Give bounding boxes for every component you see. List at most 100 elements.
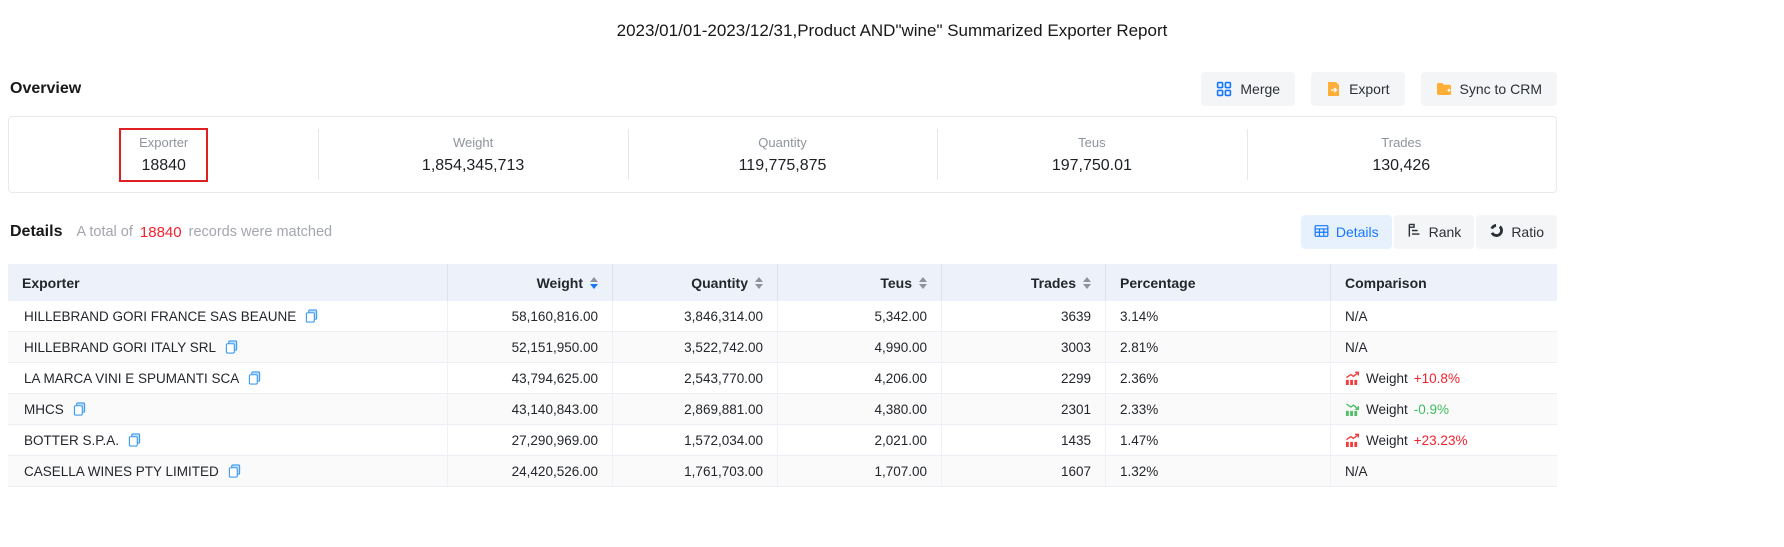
merge-icon	[1216, 81, 1232, 97]
stat-value: 18840	[141, 157, 186, 175]
tab-rank[interactable]: Rank	[1394, 215, 1475, 249]
comparison-cell: N/A	[1331, 301, 1557, 331]
export-button[interactable]: Export	[1311, 72, 1404, 106]
percentage-cell: 3.14%	[1106, 301, 1331, 331]
column-label: Exporter	[22, 275, 80, 291]
trades-cell: 1607	[942, 456, 1106, 486]
comparison-na: N/A	[1345, 340, 1368, 355]
stat-label: Teus	[1078, 135, 1105, 150]
exporter-cell: MHCS	[8, 394, 448, 424]
comparison-na: N/A	[1345, 309, 1368, 324]
stat-trades: Trades 130,426	[1247, 117, 1556, 192]
exporter-name: LA MARCA VINI E SPUMANTI SCA	[24, 371, 239, 386]
column-label: Comparison	[1345, 275, 1427, 291]
sync-to-crm-button[interactable]: Sync to CRM	[1421, 72, 1557, 106]
comparison-label: Weight	[1366, 433, 1408, 448]
trend-up-icon	[1345, 433, 1360, 447]
stat-exporter: Exporter 18840	[9, 117, 318, 192]
weight-cell: 24,420,526.00	[448, 456, 613, 486]
merge-button[interactable]: Merge	[1201, 72, 1295, 106]
rank-chart-icon	[1407, 223, 1422, 241]
comparison-na: N/A	[1345, 464, 1368, 479]
table-row: LA MARCA VINI E SPUMANTI SCA43,794,625.0…	[8, 363, 1557, 394]
tab-ratio-label: Ratio	[1511, 224, 1544, 240]
column-header-weight[interactable]: Weight	[448, 264, 613, 301]
quantity-cell: 2,869,881.00	[613, 394, 778, 424]
percentage-cell: 2.81%	[1106, 332, 1331, 362]
comparison-delta: -0.9%	[1414, 402, 1449, 417]
sync-to-crm-button-label: Sync to CRM	[1460, 81, 1542, 97]
exporter-name: HILLEBRAND GORI FRANCE SAS BEAUNE	[24, 309, 296, 324]
teus-cell: 4,380.00	[778, 394, 942, 424]
stat-weight: Weight 1,854,345,713	[318, 117, 627, 192]
details-heading: Details	[10, 223, 62, 241]
exporter-highlight-box: Exporter 18840	[119, 128, 208, 182]
copy-icon[interactable]	[248, 371, 261, 385]
tab-ratio[interactable]: Ratio	[1476, 215, 1557, 249]
comparison-label: Weight	[1366, 402, 1408, 417]
column-header-percentage: Percentage	[1106, 264, 1331, 301]
stat-quantity: Quantity 119,775,875	[628, 117, 937, 192]
copy-icon[interactable]	[228, 464, 241, 478]
comparison-cell: Weight +23.23%	[1331, 425, 1557, 455]
sort-caret-icon[interactable]	[590, 277, 598, 289]
report-title: 2023/01/01-2023/12/31,Product AND"wine" …	[0, 0, 1784, 41]
exporter-cell: HILLEBRAND GORI ITALY SRL	[8, 332, 448, 362]
column-label: Trades	[1031, 275, 1076, 291]
table-row: CASELLA WINES PTY LIMITED24,420,526.001,…	[8, 456, 1557, 487]
stat-value: 1,854,345,713	[422, 157, 524, 175]
sort-caret-icon[interactable]	[755, 277, 763, 289]
matched-count: 18840	[140, 224, 182, 241]
merge-button-label: Merge	[1240, 81, 1280, 97]
stat-label: Weight	[453, 135, 493, 150]
column-label: Weight	[537, 275, 583, 291]
column-label: Teus	[880, 275, 912, 291]
percentage-cell: 1.32%	[1106, 456, 1331, 486]
sync-to-crm-icon	[1436, 82, 1452, 96]
comparison-label: Weight	[1366, 371, 1408, 386]
percentage-cell: 2.36%	[1106, 363, 1331, 393]
teus-cell: 4,206.00	[778, 363, 942, 393]
copy-icon[interactable]	[128, 433, 141, 447]
content: Overview Merge Export	[8, 71, 1557, 487]
exporter-table: Exporter Weight Quantity Teus Trades Percenta…	[8, 264, 1557, 487]
column-label: Quantity	[691, 275, 748, 291]
teus-cell: 2,021.00	[778, 425, 942, 455]
summary-prefix: A total of	[76, 224, 132, 240]
stat-value: 130,426	[1372, 157, 1430, 175]
percentage-cell: 1.47%	[1106, 425, 1331, 455]
exporter-cell: LA MARCA VINI E SPUMANTI SCA	[8, 363, 448, 393]
table-row: HILLEBRAND GORI ITALY SRL52,151,950.003,…	[8, 332, 1557, 363]
overview-panel: Exporter 18840 Weight 1,854,345,713 Quan…	[8, 116, 1557, 193]
view-switcher: Details Rank Ratio	[1301, 215, 1557, 249]
comparison-cell: N/A	[1331, 332, 1557, 362]
table-row: BOTTER S.P.A.27,290,969.001,572,034.002,…	[8, 425, 1557, 456]
column-label: Percentage	[1120, 275, 1195, 291]
sort-caret-icon[interactable]	[1083, 277, 1091, 289]
copy-icon[interactable]	[225, 340, 238, 354]
trend-down-icon	[1345, 402, 1360, 416]
trades-cell: 2299	[942, 363, 1106, 393]
summary-suffix: records were matched	[189, 224, 332, 240]
weight-cell: 27,290,969.00	[448, 425, 613, 455]
exporter-name: MHCS	[24, 402, 64, 417]
quantity-cell: 1,572,034.00	[613, 425, 778, 455]
details-table-icon	[1314, 224, 1329, 241]
trend-up-icon	[1345, 371, 1360, 385]
export-button-label: Export	[1349, 81, 1389, 97]
stat-value: 197,750.01	[1052, 157, 1132, 175]
tab-rank-label: Rank	[1429, 224, 1462, 240]
sort-caret-icon[interactable]	[919, 277, 927, 289]
stat-label: Trades	[1381, 135, 1421, 150]
exporter-name: CASELLA WINES PTY LIMITED	[24, 464, 219, 479]
comparison-delta: +23.23%	[1414, 433, 1468, 448]
column-header-quantity[interactable]: Quantity	[613, 264, 778, 301]
percentage-cell: 2.33%	[1106, 394, 1331, 424]
column-header-trades[interactable]: Trades	[942, 264, 1106, 301]
comparison-cell: N/A	[1331, 456, 1557, 486]
copy-icon[interactable]	[305, 309, 318, 323]
tab-details[interactable]: Details	[1301, 215, 1392, 249]
copy-icon[interactable]	[73, 402, 86, 416]
weight-cell: 58,160,816.00	[448, 301, 613, 331]
column-header-teus[interactable]: Teus	[778, 264, 942, 301]
